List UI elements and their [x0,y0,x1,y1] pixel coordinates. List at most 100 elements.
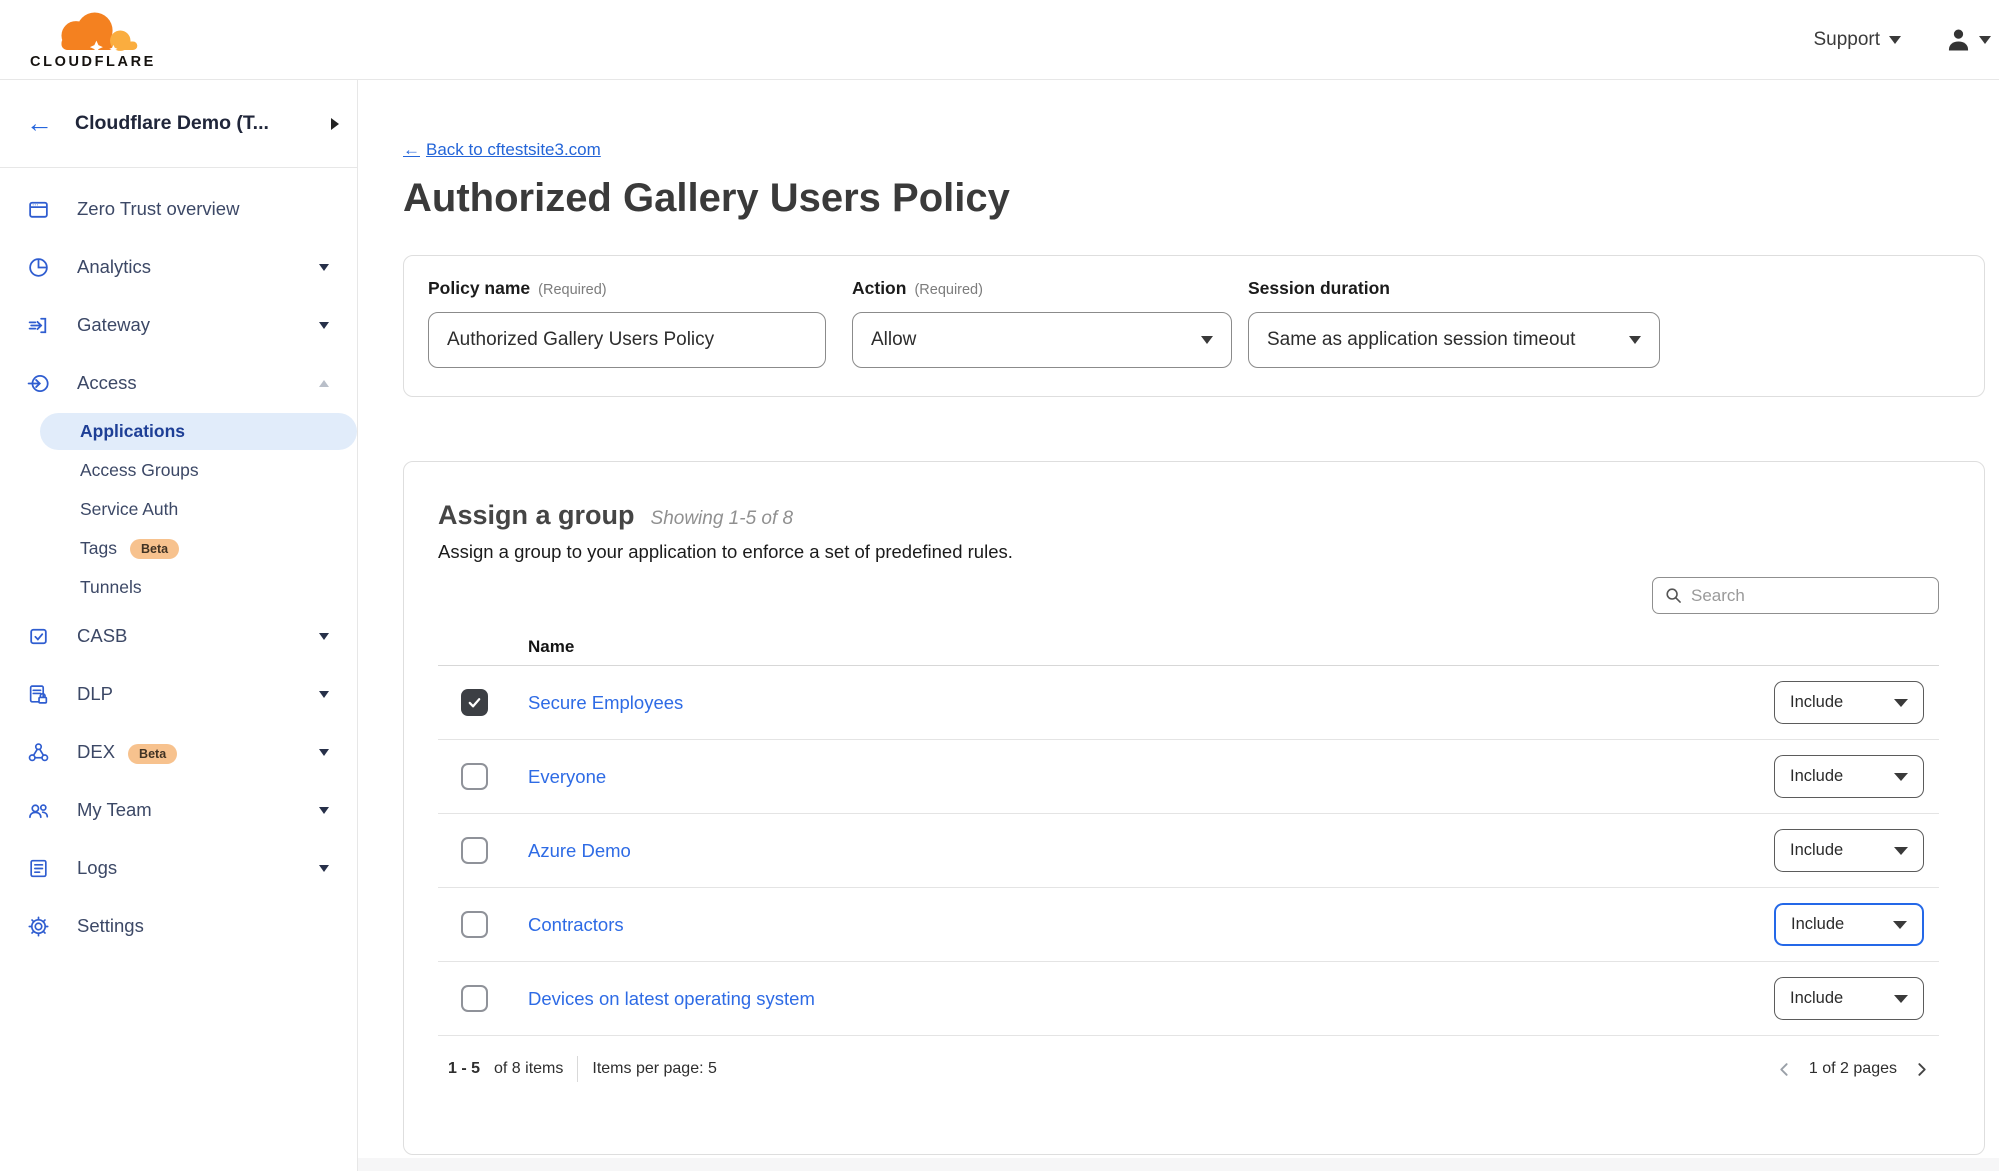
table-row: Secure Employees Include [438,666,1939,740]
session-duration-select[interactable]: Same as application session timeout [1248,312,1660,368]
chevron-right-icon [1914,1062,1929,1077]
action-select[interactable]: Allow [852,312,1232,368]
top-bar: CLOUDFLARE Support [0,0,1999,80]
include-select[interactable]: Include [1774,755,1924,798]
support-menu[interactable]: Support [1813,29,1901,51]
required-hint: (Required) [914,282,983,298]
include-select-value: Include [1790,989,1843,1008]
sidebar-item-gateway[interactable]: Gateway [0,296,357,354]
include-select[interactable]: Include [1774,681,1924,724]
sidebar-item-zero-trust-overview[interactable]: Zero Trust overview [0,180,357,238]
sidebar-item-label: CASB [77,625,292,647]
sidebar-item-label: Service Auth [80,499,178,520]
table-footer: 1 - 5 of 8 items Items per page: 5 [438,1056,1939,1082]
sidebar-item-access[interactable]: Access [0,354,357,412]
include-select-value: Include [1790,841,1843,860]
sidebar-item-logs[interactable]: Logs [0,839,357,897]
sidebar-item-tags[interactable]: Tags Beta [0,529,357,568]
back-link[interactable]: ← Back to cftestsite3.com [403,140,601,160]
chevron-down-icon [1889,36,1901,44]
table-row: Azure Demo Include [438,814,1939,888]
include-select[interactable]: Include [1774,903,1924,946]
sidebar-item-dlp[interactable]: DLP [0,665,357,723]
group-link[interactable]: Azure Demo [528,840,631,862]
page-bottom-strip [358,1158,1999,1171]
sidebar-item-access-groups[interactable]: Access Groups [0,451,357,490]
access-icon [26,371,50,395]
account-name[interactable]: Cloudflare Demo (T... [75,112,309,135]
sidebar-item-label: Access Groups [80,460,199,481]
include-select-value: Include [1790,767,1843,786]
dlp-icon [26,682,50,706]
items-range: 1 - 5 [448,1060,480,1078]
cloudflare-wordmark: CLOUDFLARE [30,54,156,70]
sidebar-item-settings[interactable]: Settings [0,897,357,955]
row-checkbox[interactable] [461,985,488,1012]
user-icon [1945,26,1972,53]
access-sub-menu: Applications Access Groups Service Auth … [0,413,357,607]
cloudflare-logo[interactable]: CLOUDFLARE [18,10,168,70]
sidebar-item-dex[interactable]: DEXBeta [0,723,357,781]
sidebar-item-label: Logs [77,857,292,879]
sidebar-nav: Zero Trust overview Analytics [0,168,357,955]
next-page-button[interactable] [1914,1062,1929,1077]
include-select[interactable]: Include [1774,977,1924,1020]
include-select-value: Include [1791,915,1844,934]
main-content: ← Back to cftestsite3.com Authorized Gal… [358,80,1999,1171]
sidebar-item-applications[interactable]: Applications [40,413,357,450]
row-checkbox[interactable] [461,689,488,716]
account-menu[interactable] [1945,26,1993,53]
settings-gear-icon [26,914,50,938]
sidebar-item-label: DEXBeta [77,741,292,763]
group-link[interactable]: Secure Employees [528,692,683,714]
row-checkbox[interactable] [461,763,488,790]
chevron-down-icon [1894,773,1908,781]
sidebar-item-tunnels[interactable]: Tunnels [0,568,357,607]
chevron-down-icon [1894,699,1908,707]
gateway-icon [26,313,50,337]
check-icon [466,694,483,711]
include-select-value: Include [1790,693,1843,712]
sidebar-item-label: Analytics [77,256,292,278]
items-per-page: Items per page: 5 [592,1060,717,1078]
action-label: Action [852,278,906,299]
chevron-down-icon [1629,336,1641,344]
sidebar-item-label: Settings [77,915,329,937]
dex-icon [26,740,50,764]
chevron-down-icon [319,807,329,814]
row-checkbox[interactable] [461,837,488,864]
name-column-header: Name [528,637,574,657]
action-select-value: Allow [871,329,916,351]
table-row: Contractors Include [438,888,1939,962]
showing-count: Showing 1-5 of 8 [651,508,794,530]
group-link[interactable]: Contractors [528,914,624,936]
group-link[interactable]: Devices on latest operating system [528,988,815,1010]
footer-divider [577,1056,578,1082]
policy-name-field-group: Policy name (Required) [428,278,826,374]
casb-icon [26,624,50,648]
include-select[interactable]: Include [1774,829,1924,872]
sidebar-item-analytics[interactable]: Analytics [0,238,357,296]
sidebar-item-service-auth[interactable]: Service Auth [0,490,357,529]
policy-name-label: Policy name [428,278,530,299]
sidebar-item-my-team[interactable]: My Team [0,781,357,839]
chevron-right-icon[interactable] [331,118,339,130]
app-shell: ← Cloudflare Demo (T... Z [0,80,1999,1171]
back-arrow-icon: ← [403,140,420,160]
previous-page-button[interactable] [1777,1062,1792,1077]
sidebar-item-casb[interactable]: CASB [0,607,357,665]
search-input[interactable] [1691,586,1926,606]
policy-name-input[interactable] [428,312,826,368]
chevron-down-icon [1201,336,1213,344]
sidebar-item-label: DLP [77,683,292,705]
assign-group-description: Assign a group to your application to en… [438,541,1939,563]
row-checkbox[interactable] [461,911,488,938]
policy-form-card: Policy name (Required) Action (Required)… [403,255,1985,397]
analytics-icon [26,255,50,279]
search-icon [1665,587,1682,604]
required-hint: (Required) [538,282,607,298]
sidebar-item-label: Zero Trust overview [77,198,329,220]
chevron-down-icon [1979,36,1991,44]
group-link[interactable]: Everyone [528,766,606,788]
back-arrow-icon[interactable]: ← [26,110,53,137]
